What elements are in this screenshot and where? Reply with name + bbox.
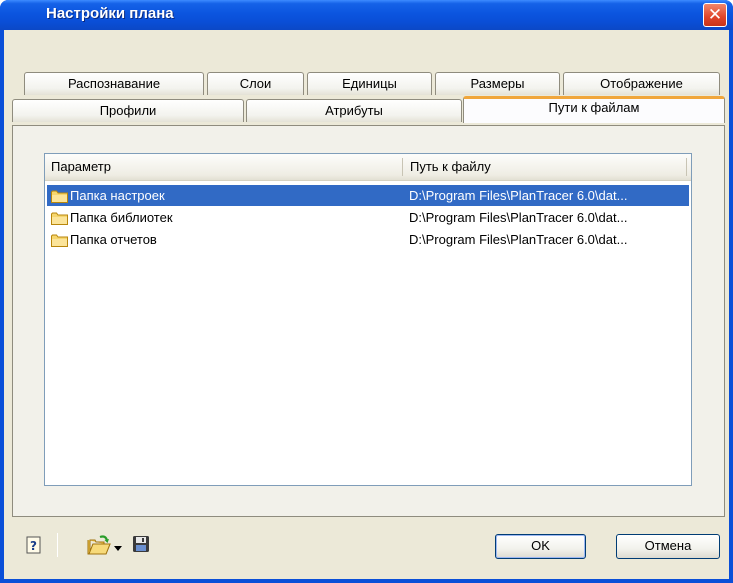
window-title: Настройки плана	[46, 5, 174, 22]
tab-label: Профили	[99, 103, 157, 118]
chevron-down-icon	[114, 546, 122, 551]
toolbar-divider	[57, 533, 58, 557]
column-divider[interactable]	[402, 158, 403, 176]
tab-dimensions[interactable]: Размеры	[435, 72, 560, 95]
close-button[interactable]: ✕	[703, 3, 727, 27]
ok-button-label: OK	[531, 538, 550, 553]
dialog-window: Настройки плана ✕ Распознавание Слои Еди…	[0, 0, 733, 583]
folder-icon	[51, 212, 68, 225]
tab-label: Единицы	[342, 76, 397, 91]
list-item[interactable]: Папка настроек D:\Program Files\PlanTrac…	[47, 185, 689, 206]
column-header-parameter[interactable]: Параметр	[45, 154, 401, 180]
list-item[interactable]: Папка библиотек D:\Program Files\PlanTra…	[47, 207, 689, 228]
cancel-button[interactable]: Отмена	[616, 534, 720, 559]
save-icon	[133, 536, 149, 552]
help-icon: ?	[26, 536, 41, 554]
ok-button[interactable]: OK	[495, 534, 586, 559]
tab-label: Атрибуты	[325, 103, 383, 118]
column-divider[interactable]	[686, 158, 687, 176]
help-button[interactable]: ?	[24, 535, 44, 555]
parameter-name: Папка настроек	[70, 188, 165, 203]
tab-recognition[interactable]: Распознавание	[24, 72, 204, 95]
tab-label: Размеры	[470, 76, 525, 91]
save-button[interactable]	[132, 535, 150, 553]
folder-icon	[51, 190, 68, 203]
file-paths-list[interactable]: Параметр Путь к файлу Папка настроек D:\…	[44, 153, 692, 486]
folder-icon	[51, 234, 68, 247]
tab-label: Отображение	[600, 76, 683, 91]
svg-text:?: ?	[30, 539, 37, 553]
column-header-path[interactable]: Путь к файлу	[404, 154, 689, 180]
file-path: D:\Program Files\PlanTracer 6.0\dat...	[409, 210, 628, 225]
list-item[interactable]: Папка отчетов D:\Program Files\PlanTrace…	[47, 229, 689, 250]
parameter-name: Папка отчетов	[70, 232, 157, 247]
list-header: Параметр Путь к файлу	[45, 154, 691, 181]
tab-label: Распознавание	[67, 76, 161, 91]
tab-file-paths[interactable]: Пути к файлам	[463, 96, 725, 123]
open-dropdown-arrow[interactable]	[114, 541, 122, 551]
tab-attributes[interactable]: Атрибуты	[246, 99, 462, 122]
title-bar[interactable]: Настройки плана ✕	[0, 0, 733, 30]
dialog-client: Распознавание Слои Единицы Размеры Отобр…	[4, 30, 729, 579]
file-path: D:\Program Files\PlanTracer 6.0\dat...	[409, 232, 628, 247]
open-folder-button[interactable]	[87, 534, 111, 556]
open-folder-icon	[87, 535, 111, 555]
tab-label: Слои	[239, 76, 272, 91]
close-icon: ✕	[707, 5, 723, 24]
tab-units[interactable]: Единицы	[307, 72, 432, 95]
cancel-button-label: Отмена	[644, 538, 692, 553]
tab-profiles[interactable]: Профили	[12, 99, 244, 122]
tab-display[interactable]: Отображение	[563, 72, 720, 95]
file-path: D:\Program Files\PlanTracer 6.0\dat...	[409, 188, 628, 203]
tab-layers[interactable]: Слои	[207, 72, 304, 95]
tab-label: Пути к файлам	[548, 100, 640, 115]
parameter-name: Папка библиотек	[70, 210, 173, 225]
